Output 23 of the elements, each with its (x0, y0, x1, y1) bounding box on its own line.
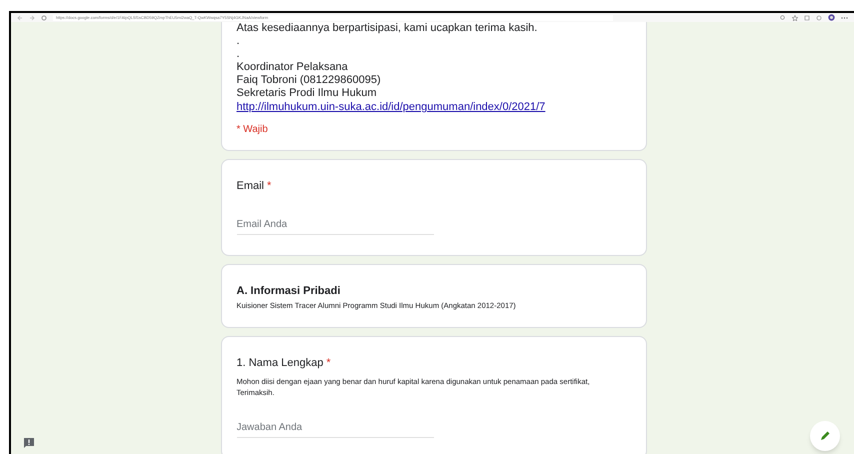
favorite-icon[interactable] (792, 14, 798, 20)
description-line: Koordinator Pelaksana (236, 61, 349, 74)
description-line: . (236, 48, 241, 61)
report-icon[interactable] (23, 436, 35, 449)
required-asterisk: * (326, 356, 331, 372)
required-note: * Wajib (236, 123, 269, 136)
pencil-icon (819, 430, 831, 442)
back-icon[interactable] (17, 14, 23, 20)
profile-icon[interactable] (828, 14, 835, 21)
forward-icon[interactable] (29, 14, 35, 20)
description-line: Sekretaris Prodi Ilmu Hukum (236, 87, 378, 100)
required-asterisk: * (267, 179, 272, 194)
section-title: A. Informasi Pribadi (236, 284, 342, 298)
question-title: Email (236, 179, 264, 194)
description-line: Faiq Tobroni (081229860095) (236, 74, 382, 87)
announcement-link[interactable]: http://ilmuhukum.uin-suka.ac.id/id/pengumuman/index/0/2021/7 (236, 101, 630, 114)
description-line: . (236, 35, 241, 48)
answer-field[interactable]: Email Anda (236, 216, 434, 234)
more-icon[interactable] (841, 14, 848, 20)
description-line: Atas kesediaannya berpartisipasi, kami ucapkan terima kasih. (236, 22, 538, 35)
edit-button[interactable] (810, 420, 840, 451)
answer-field[interactable]: Jawaban Anda (236, 420, 434, 438)
question-title: 1. Nama Lengkap (236, 356, 324, 372)
